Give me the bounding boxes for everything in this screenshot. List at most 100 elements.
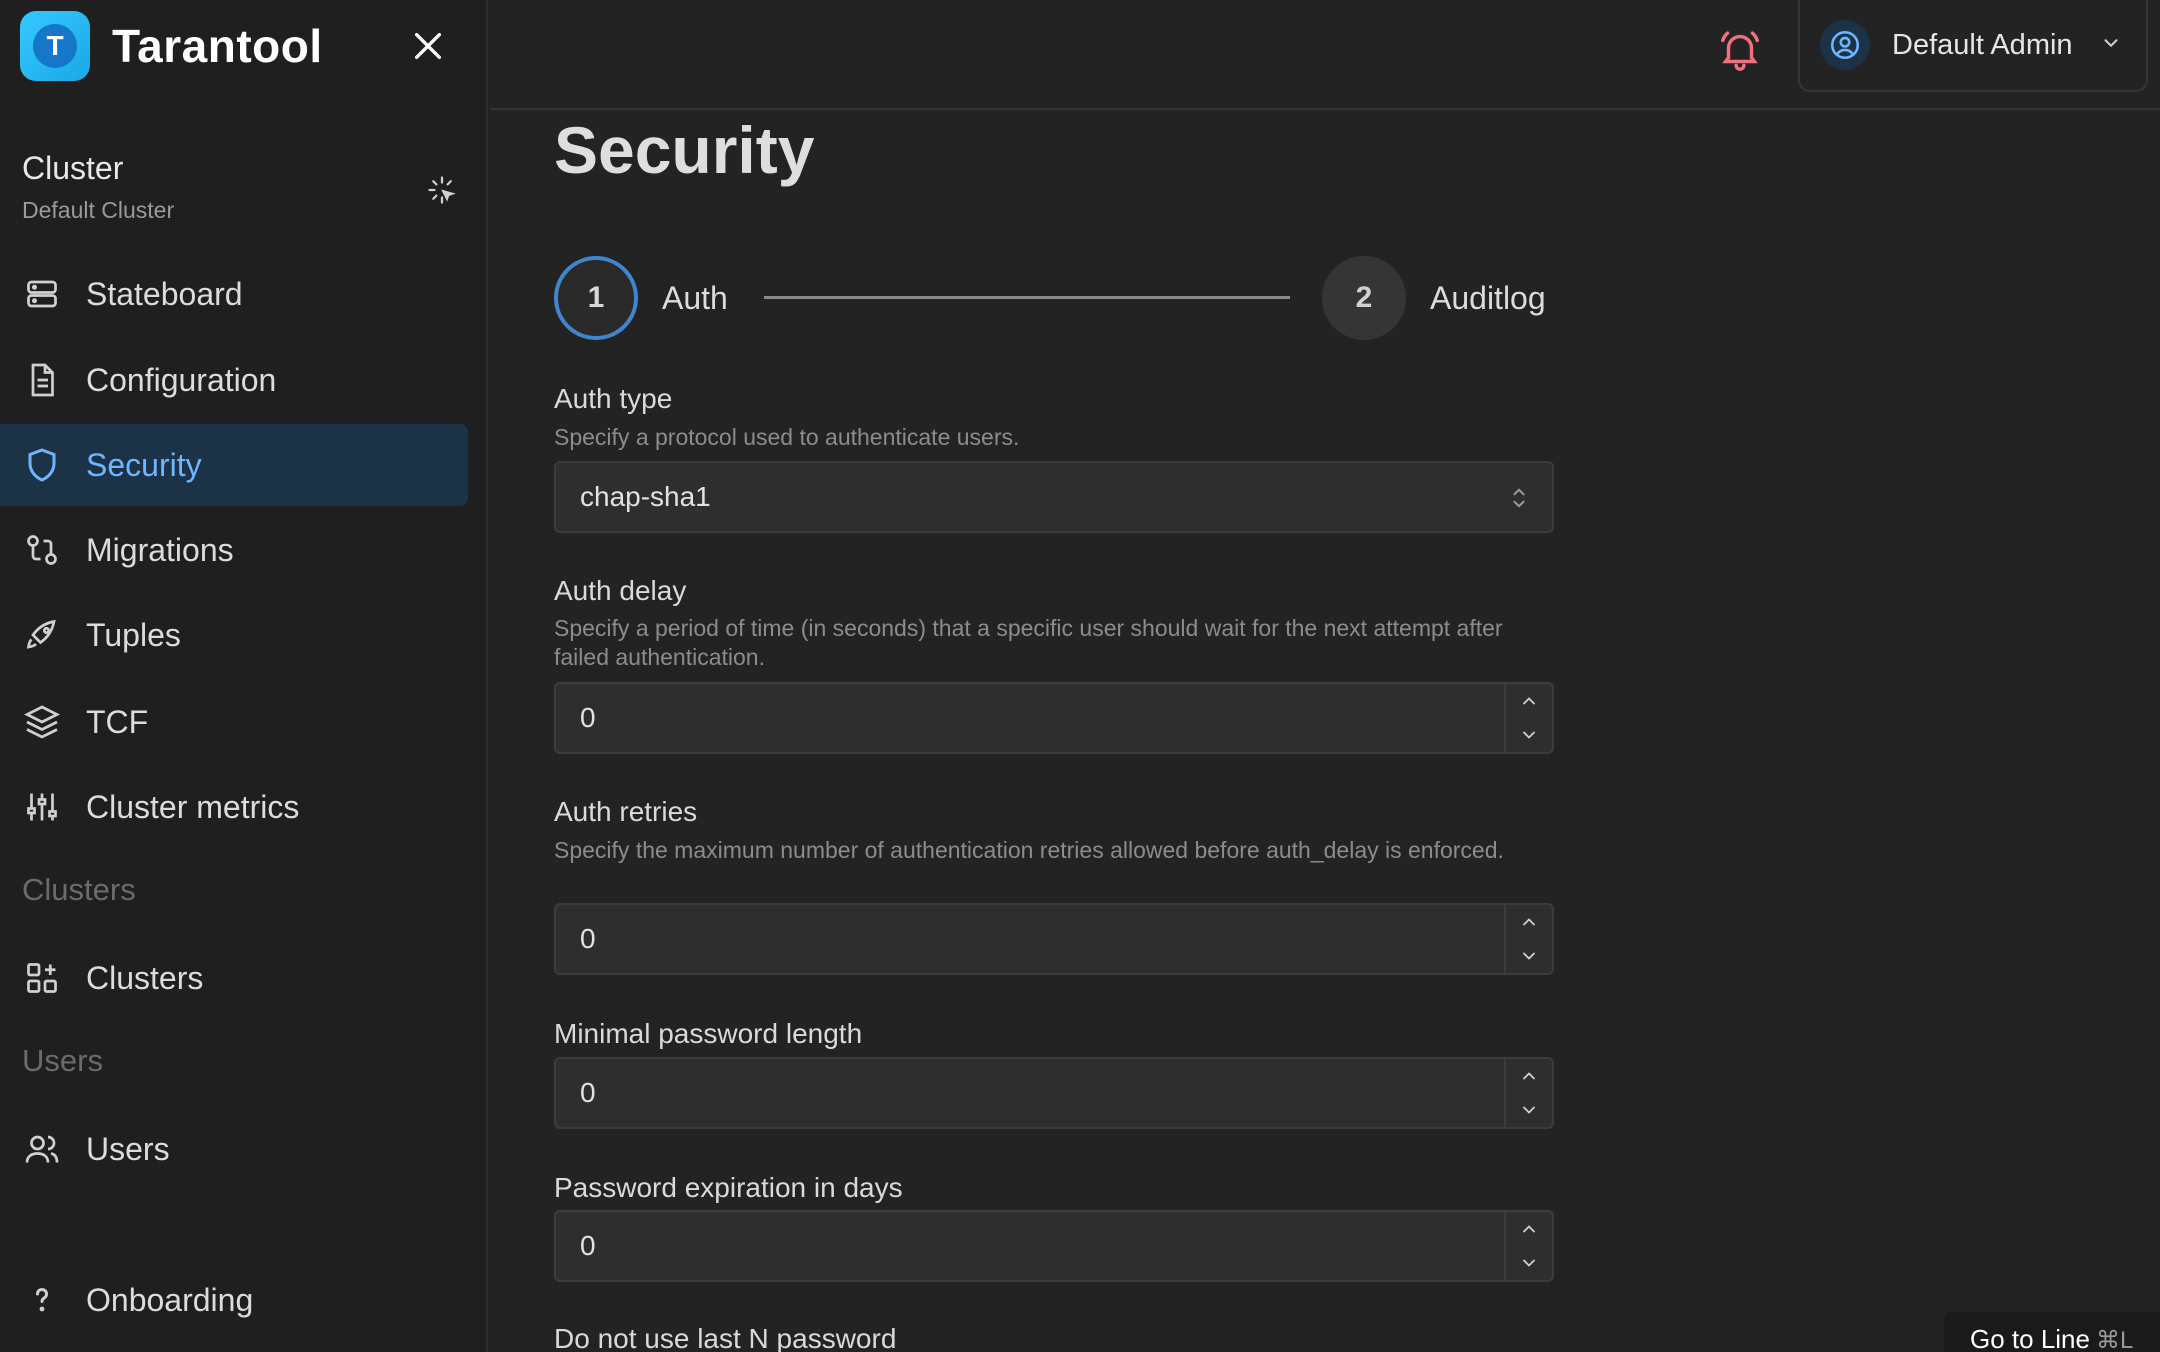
sidebar-item-label: Migrations — [86, 531, 234, 568]
auth-delay-label: Auth delay — [554, 575, 687, 606]
cluster-name: Default Cluster — [22, 197, 175, 223]
password-expiration-value: 0 — [580, 1230, 596, 1261]
sidebar-item-label: Configuration — [86, 361, 277, 398]
sidebar-item-onboarding[interactable]: Onboarding — [0, 1259, 468, 1341]
sidebar-item-label: Users — [86, 1130, 170, 1167]
sidebar-item-clusters[interactable]: Clusters — [0, 937, 468, 1019]
decrement-button[interactable] — [1506, 1246, 1552, 1280]
rocket-icon — [22, 615, 62, 655]
top-bar: Default Admin — [490, 0, 2160, 110]
step-2-indicator[interactable]: 2 — [1322, 256, 1406, 340]
sliders-icon — [22, 787, 62, 827]
increment-button[interactable] — [1506, 905, 1552, 939]
stepper-connector — [764, 296, 1290, 299]
auth-delay-description: Specify a period of time (in seconds) th… — [554, 615, 1503, 670]
user-circle-icon — [1830, 30, 1860, 60]
chevron-up-icon — [1523, 697, 1535, 705]
server-icon — [22, 274, 62, 314]
increment-button[interactable] — [1506, 1212, 1552, 1246]
auth-delay-stepper — [1504, 684, 1552, 752]
sidebar-item-migrations[interactable]: Migrations — [0, 509, 468, 591]
auth-type-value: chap-sha1 — [580, 481, 711, 512]
auth-retries-stepper — [1504, 905, 1552, 973]
sidebar-item-security[interactable]: Security — [0, 424, 468, 506]
auth-retries-value: 0 — [580, 923, 596, 954]
sidebar: T Tarantool Cluster Default Cluster Stat… — [0, 0, 488, 1352]
password-expiration-input[interactable]: 0 — [554, 1210, 1554, 1282]
chevron-down-icon — [1523, 731, 1535, 739]
grid-plus-icon — [22, 958, 62, 998]
step-1-label[interactable]: Auth — [662, 280, 728, 317]
question-icon — [22, 1280, 62, 1320]
auth-retries-description: Specify the maximum number of authentica… — [554, 837, 1504, 863]
cluster-switch-button[interactable] — [422, 170, 462, 210]
notifications-button[interactable] — [1710, 20, 1770, 80]
auth-retries-input[interactable]: 0 — [554, 903, 1554, 975]
min-password-length-stepper — [1504, 1059, 1552, 1127]
avatar — [1820, 20, 1870, 70]
brand[interactable]: T Tarantool — [20, 10, 323, 82]
step-2-label[interactable]: Auditlog — [1430, 280, 1546, 317]
file-text-icon — [22, 360, 62, 400]
sidebar-item-label: Tuples — [86, 616, 181, 653]
password-expiration-label: Password expiration in days — [554, 1172, 903, 1203]
layers-icon — [22, 702, 62, 742]
auth-type-select[interactable]: chap-sha1 — [554, 461, 1554, 533]
sidebar-item-label: Cluster metrics — [86, 788, 300, 825]
chevron-up-icon — [1523, 918, 1535, 926]
step-1-indicator[interactable]: 1 — [554, 256, 638, 340]
increment-button[interactable] — [1506, 684, 1552, 718]
auth-delay-input[interactable]: 0 — [554, 682, 1554, 754]
tarantool-logo: T — [20, 11, 90, 81]
auth-delay-value: 0 — [580, 702, 596, 733]
sidebar-item-label: Security — [86, 446, 202, 483]
sidebar-item-label: Clusters — [86, 959, 204, 996]
decrement-button[interactable] — [1506, 939, 1552, 973]
password-expiration-stepper — [1504, 1212, 1552, 1280]
decrement-button[interactable] — [1506, 718, 1552, 752]
sidebar-item-users[interactable]: Users — [0, 1108, 468, 1190]
shield-icon — [22, 445, 62, 485]
nav-section-clusters: Clusters — [22, 872, 136, 907]
decrement-button[interactable] — [1506, 1093, 1552, 1127]
users-icon — [22, 1129, 62, 1169]
sidebar-item-label: TCF — [86, 703, 149, 740]
shortcut-hint: ⌘L — [2095, 1327, 2134, 1352]
cluster-title: Cluster — [22, 150, 124, 186]
auth-retries-label: Auth retries — [554, 796, 698, 827]
select-arrows-icon — [1508, 483, 1530, 520]
auth-type-label: Auth type — [554, 383, 673, 414]
last-n-password-label: Do not use last N password — [554, 1323, 897, 1352]
close-sidebar-button[interactable] — [404, 22, 452, 70]
chevron-down-icon — [2100, 32, 2122, 59]
sidebar-item-label: Stateboard — [86, 275, 243, 312]
sidebar-item-configuration[interactable]: Configuration — [0, 339, 468, 421]
increment-button[interactable] — [1506, 1059, 1552, 1093]
nav-section-users: Users — [22, 1043, 103, 1078]
min-password-length-value: 0 — [580, 1077, 596, 1108]
chevron-down-icon — [1523, 1106, 1535, 1114]
go-to-line-tooltip[interactable]: Go to Line ⌘L — [1944, 1312, 2160, 1352]
chevron-down-icon — [1523, 1259, 1535, 1267]
auth-type-description: Specify a protocol used to authenticate … — [554, 424, 1020, 450]
sidebar-item-tcf[interactable]: TCF — [0, 681, 468, 763]
sidebar-item-cluster-metrics[interactable]: Cluster metrics — [0, 766, 468, 848]
git-compare-icon — [22, 530, 62, 570]
page-title: Security — [554, 113, 815, 187]
app-name: Tarantool — [112, 20, 323, 72]
sidebar-item-label: Onboarding — [86, 1281, 254, 1318]
chevron-down-icon — [1523, 952, 1535, 960]
sparkle-cursor-icon — [428, 176, 456, 204]
bell-icon — [1721, 31, 1759, 71]
chevron-up-icon — [1523, 1072, 1535, 1080]
min-password-length-label: Minimal password length — [554, 1018, 863, 1049]
cluster-selector[interactable]: Cluster Default Cluster — [22, 150, 462, 224]
user-menu[interactable]: Default Admin — [1798, 0, 2148, 92]
min-password-length-input[interactable]: 0 — [554, 1057, 1554, 1129]
sidebar-item-stateboard[interactable]: Stateboard — [0, 253, 468, 335]
user-name: Default Admin — [1892, 28, 2073, 61]
sidebar-item-tuples[interactable]: Tuples — [0, 594, 468, 676]
chevron-up-icon — [1523, 1225, 1535, 1233]
logo-letter: T — [33, 24, 77, 68]
close-icon — [414, 32, 442, 60]
